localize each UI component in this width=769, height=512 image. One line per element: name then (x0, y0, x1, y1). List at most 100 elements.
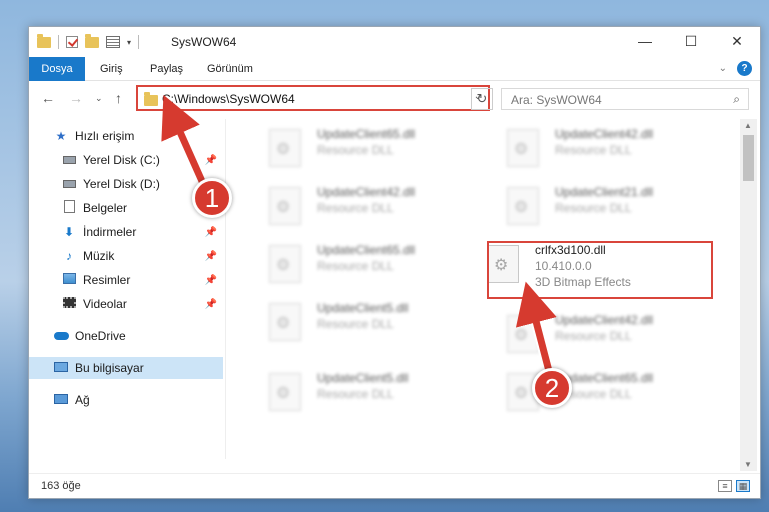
new-folder-icon[interactable] (85, 33, 99, 48)
list-item[interactable]: UpdateClient65.dll Resource DLL (487, 367, 717, 419)
file-name: UpdateClient5.dll (317, 371, 409, 385)
list-item[interactable]: UpdateClient65.dll Resource DLL (249, 239, 479, 291)
sidebar-item-label: Hızlı erişim (75, 129, 135, 143)
sidebar-item-label: Müzik (83, 249, 115, 263)
sidebar-item-label: Yerel Disk (C:) (83, 153, 160, 167)
recent-locations-chevron-icon[interactable]: ⌄ (95, 93, 103, 104)
list-item[interactable]: UpdateClient65.dll Resource DLL (249, 123, 479, 175)
list-item[interactable]: UpdateClient5.dll Resource DLL (249, 367, 479, 419)
forward-arrow-icon[interactable]: → (69, 90, 83, 106)
step-badge-1: 1 (192, 178, 232, 218)
navigation-pane: ★ Hızlı erişim Yerel Disk (C:) 📌 Yerel D… (29, 119, 223, 473)
sidebar-item-local-disk-c[interactable]: Yerel Disk (C:) 📌 (29, 149, 223, 171)
list-item[interactable]: UpdateClient21.dll Resource DLL (487, 181, 717, 233)
sidebar-item-label: Ağ (75, 393, 90, 407)
file-description: Resource DLL (317, 259, 394, 273)
list-item[interactable]: UpdateClient42.dll Resource DLL (249, 181, 479, 233)
scrollbar-thumb[interactable] (743, 135, 754, 181)
sidebar-item-downloads[interactable]: ⬇ İndirmeler 📌 (29, 221, 223, 243)
navigation-bar: ← → ⌄ ↑ C:\Windows\SysWOW64 ⌄ ↻ Ara: Sys… (29, 82, 760, 116)
tab-home[interactable]: Giriş (100, 57, 123, 81)
ribbon-tabs: Dosya Giriş Paylaş Görünüm ⌄ ? (29, 57, 760, 81)
toolbar-divider (58, 35, 59, 49)
sidebar-item-label: Yerel Disk (D:) (83, 177, 160, 191)
back-arrow-icon[interactable]: ← (41, 90, 55, 106)
tiles-view-icon[interactable]: ▦ (736, 480, 750, 492)
address-path[interactable]: C:\Windows\SysWOW64 (162, 92, 295, 106)
window-title: SysWOW64 (171, 35, 237, 49)
search-input[interactable]: Ara: SysWOW64 (511, 93, 602, 107)
file-name: UpdateClient42.dll (317, 185, 416, 199)
dll-file-icon (269, 373, 301, 411)
file-description: Resource DLL (317, 387, 394, 401)
document-icon (63, 200, 75, 213)
drive-icon (62, 156, 76, 164)
close-button[interactable]: ✕ (714, 27, 760, 57)
list-item[interactable]: UpdateClient42.dll Resource DLL (487, 123, 717, 175)
details-view-icon[interactable]: ≡ (718, 480, 732, 492)
file-description: Resource DLL (317, 143, 394, 157)
download-icon: ⬇ (63, 225, 75, 239)
address-folder-icon (144, 92, 158, 106)
window-controls: — ☐ ✕ (622, 27, 760, 57)
sidebar-item-videos[interactable]: Videolar 📌 (29, 293, 223, 315)
properties-icon[interactable] (106, 36, 120, 48)
scroll-down-icon[interactable]: ▼ (744, 460, 752, 469)
tab-file[interactable]: Dosya (29, 57, 85, 81)
drive-icon (62, 180, 76, 188)
file-description: Resource DLL (555, 143, 632, 157)
file-description: Resource DLL (555, 201, 632, 215)
scroll-up-icon[interactable]: ▲ (744, 121, 752, 130)
sidebar-item-this-pc[interactable]: Bu bilgisayar (29, 357, 223, 379)
help-icon[interactable]: ? (737, 61, 752, 76)
search-box[interactable]: Ara: SysWOW64 ⌕ (501, 88, 749, 110)
sidebar-item-onedrive[interactable]: OneDrive (29, 325, 223, 347)
file-description: Resource DLL (555, 329, 632, 343)
list-item[interactable]: UpdateClient42.dll Resource DLL (487, 309, 717, 361)
file-name: UpdateClient5.dll (317, 301, 409, 315)
cloud-icon (53, 332, 69, 340)
sidebar-item-music[interactable]: ♪ Müzik 📌 (29, 245, 223, 267)
file-name: UpdateClient65.dll (317, 243, 416, 257)
dll-file-icon (269, 245, 301, 283)
item-count: 163 öğe (41, 480, 81, 492)
sidebar-item-quick-access[interactable]: ★ Hızlı erişim (29, 125, 223, 147)
tab-view[interactable]: Görünüm (207, 57, 253, 81)
file-explorer-window: ▾ SysWOW64 — ☐ ✕ Dosya Giriş Paylaş Görü… (28, 26, 761, 499)
sidebar-item-label: İndirmeler (83, 225, 137, 239)
list-item[interactable]: UpdateClient5.dll Resource DLL (249, 297, 479, 349)
sidebar-item-pictures[interactable]: Resimler 📌 (29, 269, 223, 291)
step-badge-2: 2 (532, 368, 572, 408)
tab-share[interactable]: Paylaş (150, 57, 183, 81)
view-toggle: ≡ ▦ (718, 480, 750, 492)
pictures-icon (62, 273, 76, 284)
highlight-box (487, 241, 713, 299)
network-icon (54, 394, 68, 404)
sidebar-item-label: Resimler (83, 273, 131, 287)
minimize-button[interactable]: — (622, 27, 668, 57)
dll-file-icon (269, 129, 301, 167)
star-icon: ★ (55, 129, 67, 143)
pin-icon: 📌 (204, 298, 217, 310)
customize-toolbar-caret-icon[interactable]: ▾ (127, 38, 131, 47)
toolbar-divider (138, 35, 140, 49)
status-bar: 163 öğe ≡ ▦ (29, 473, 760, 499)
pane-divider (225, 119, 226, 459)
sidebar-item-network[interactable]: Ağ (29, 389, 223, 411)
pin-icon: 📌 (204, 226, 217, 238)
up-arrow-icon[interactable]: ↑ (115, 90, 122, 106)
dll-file-icon (269, 187, 301, 225)
search-icon[interactable]: ⌕ (733, 92, 740, 107)
properties-check-icon[interactable] (66, 36, 78, 48)
file-name: UpdateClient42.dll (555, 127, 654, 141)
dll-file-icon (507, 129, 539, 167)
address-bar[interactable]: C:\Windows\SysWOW64 ⌄ (136, 85, 490, 111)
file-name: UpdateClient42.dll (555, 313, 654, 327)
vertical-scrollbar[interactable]: ▲ ▼ (740, 119, 757, 471)
refresh-icon[interactable]: ↻ (471, 88, 493, 110)
expand-ribbon-chevron-icon[interactable]: ⌄ (719, 63, 727, 74)
sidebar-item-label: Bu bilgisayar (75, 361, 144, 375)
maximize-button[interactable]: ☐ (668, 27, 714, 57)
dll-file-icon (269, 303, 301, 341)
quick-access-toolbar: ▾ (37, 33, 140, 50)
